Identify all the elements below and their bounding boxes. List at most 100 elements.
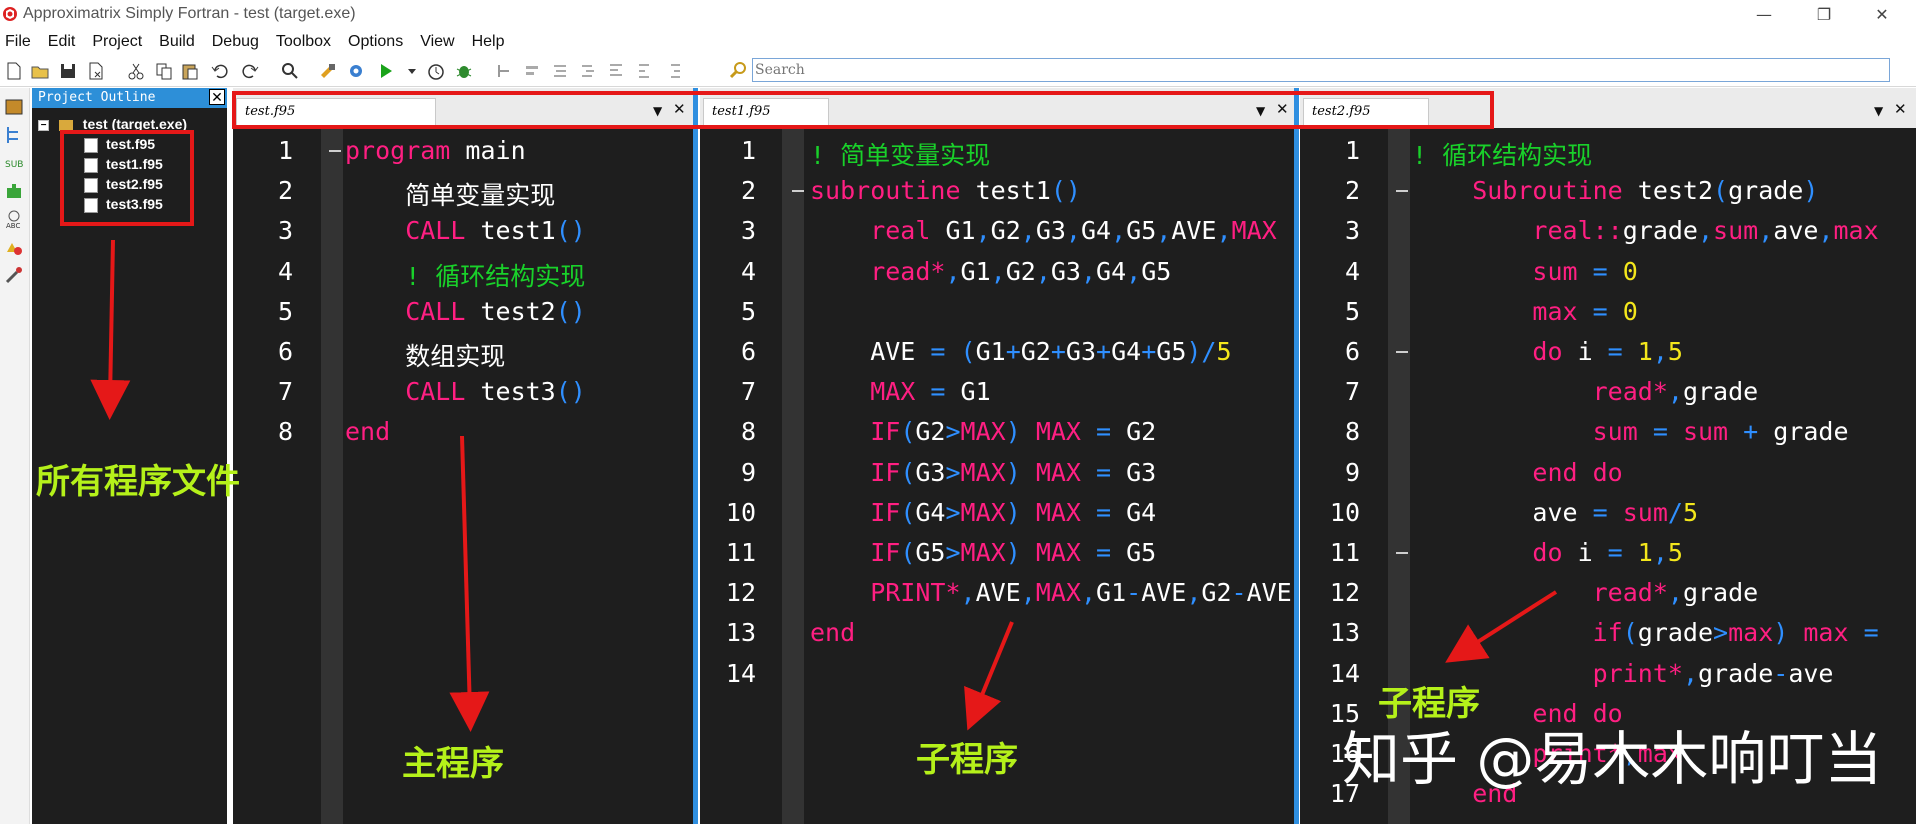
menu-project[interactable]: Project [92, 33, 142, 51]
code-line[interactable]: ! 简单变量实现 [810, 136, 990, 172]
code-token: 5 [1667, 337, 1683, 366]
code-token: G5 [1126, 216, 1157, 246]
line-number: 5 [740, 296, 756, 326]
menu-file[interactable]: File [5, 33, 31, 51]
code-line[interactable]: IF(G4>MAX) MAX = G4 [810, 498, 1156, 527]
run-icon[interactable] [376, 61, 396, 81]
code-line[interactable]: read*,grade [1412, 578, 1759, 607]
timer-icon[interactable] [426, 61, 446, 81]
run-dropdown-icon[interactable] [402, 61, 422, 81]
cut-icon[interactable] [126, 61, 146, 81]
menu-view[interactable]: View [420, 33, 454, 51]
outline-close-button[interactable]: ✕ [209, 89, 225, 106]
code-line[interactable]: real::grade,sum,ave,max [1412, 216, 1878, 246]
save-icon[interactable] [58, 61, 78, 81]
fold-marker-icon[interactable] [1396, 552, 1408, 554]
code-line[interactable]: MAX = G1 [810, 377, 990, 406]
code-line[interactable]: read*,grade [1412, 377, 1759, 406]
fold-marker-icon[interactable] [792, 190, 804, 193]
code-token: read* [810, 256, 946, 286]
fold-marker-icon[interactable] [1396, 351, 1408, 353]
code-line[interactable]: do i = 1,5 [1412, 337, 1683, 366]
code-line[interactable]: IF(G3>MAX) MAX = G3 [810, 458, 1156, 487]
code-line[interactable]: CALL test3() [345, 377, 586, 406]
menu-options[interactable]: Options [348, 33, 403, 51]
settings-gear-icon[interactable] [346, 61, 366, 81]
redo-icon[interactable] [240, 61, 260, 81]
open-folder-icon[interactable] [30, 61, 50, 81]
build-icon[interactable] [318, 61, 338, 81]
code-line[interactable]: max = 0 [1412, 297, 1637, 326]
code-token: ) [1005, 457, 1036, 487]
code-line[interactable]: PRINT*,AVE,MAX,G1-AVE,G2-AVE [810, 578, 1292, 607]
editor-pane-test1: test1.f95 ▼ ✕ 1! 简单变量实现 2 subroutine test1… [700, 88, 1294, 824]
subroutine-icon[interactable]: SUB [3, 152, 25, 174]
code-line[interactable]: ave = sum/5 [1412, 498, 1698, 527]
plugin-icon[interactable] [3, 180, 25, 202]
code-token: G5 [915, 538, 946, 567]
pane-splitter[interactable] [693, 88, 698, 824]
tab-dropdown-icon[interactable]: ▼ [1874, 104, 1883, 118]
code-line[interactable]: program main [345, 136, 526, 165]
menu-edit[interactable]: Edit [48, 33, 76, 51]
search-input[interactable] [755, 60, 1885, 80]
code-token: sum [1713, 216, 1759, 246]
code-line[interactable]: sum = sum + grade [1412, 417, 1849, 446]
spelling-icon[interactable]: ABC [3, 208, 25, 230]
code-line[interactable]: Subroutine test2(grade) [1412, 176, 1818, 205]
uncomment-icon[interactable] [578, 61, 598, 81]
collapse-icon[interactable]: − [38, 119, 49, 131]
code-line[interactable]: end [810, 618, 855, 647]
paste-icon[interactable] [180, 61, 200, 81]
code-token: > [945, 417, 961, 447]
code-line[interactable]: ! 循环结构实现 [345, 257, 585, 293]
code-line[interactable]: subroutine test1() [810, 176, 1081, 205]
code-line[interactable]: if(grade>max) max = [1412, 618, 1879, 647]
project-icon[interactable] [3, 96, 25, 118]
code-line[interactable]: CALL test2() [345, 297, 586, 326]
code-token: AVE [810, 337, 931, 366]
code-line[interactable]: end [345, 417, 390, 446]
align-right-icon[interactable] [664, 61, 684, 81]
tab-close-button[interactable]: ✕ [1894, 100, 1907, 118]
restore-button[interactable]: ❐ [1812, 4, 1836, 26]
code-line[interactable]: AVE = (G1+G2+G3+G4+G5)/5 [810, 337, 1231, 366]
close-file-icon[interactable] [86, 61, 106, 81]
fold-marker-icon[interactable] [329, 150, 341, 152]
code-line[interactable]: do i = 1,5 [1412, 538, 1683, 567]
close-window-button[interactable]: ✕ [1870, 4, 1894, 26]
code-line[interactable]: end do [1412, 458, 1622, 487]
code-line[interactable]: CALL test1() [345, 216, 586, 245]
align-icon[interactable] [634, 61, 654, 81]
code-line[interactable]: 数组实现 [345, 337, 505, 373]
code-token: ) [1005, 497, 1036, 527]
shapes-icon[interactable] [3, 236, 25, 258]
menu-build[interactable]: Build [159, 33, 195, 51]
undo-icon[interactable] [210, 61, 230, 81]
indent-icon[interactable] [494, 61, 514, 81]
menu-help[interactable]: Help [472, 33, 505, 51]
code-line[interactable]: 简单变量实现 [345, 176, 555, 212]
code-line[interactable]: ! 循环结构实现 [1412, 136, 1592, 172]
menu-toolbox[interactable]: Toolbox [276, 33, 331, 51]
new-file-icon[interactable] [4, 61, 24, 81]
menu-debug[interactable]: Debug [212, 33, 259, 51]
outline-tree-icon[interactable] [3, 124, 25, 146]
code-token: G3 [1050, 256, 1081, 286]
format-icon[interactable] [606, 61, 626, 81]
code-line[interactable]: read*,G1,G2,G3,G4,G5 [810, 257, 1171, 286]
code-line[interactable]: real G1,G2,G3,G4,G5,AVE,MAX [810, 216, 1277, 245]
code-token: grade [1728, 176, 1804, 206]
minimize-button[interactable]: — [1752, 4, 1776, 26]
code-line[interactable]: sum = 0 [1412, 257, 1637, 286]
fold-marker-icon[interactable] [1396, 190, 1408, 193]
tools-icon[interactable] [3, 264, 25, 286]
copy-icon[interactable] [154, 61, 174, 81]
find-icon[interactable] [280, 61, 300, 81]
code-line[interactable]: IF(G2>MAX) MAX = G2 [810, 417, 1156, 446]
pane-splitter[interactable] [1294, 88, 1299, 824]
outdent-icon[interactable] [522, 61, 542, 81]
debug-bug-icon[interactable] [454, 61, 474, 81]
comment-icon[interactable] [550, 61, 570, 81]
code-line[interactable]: IF(G5>MAX) MAX = G5 [810, 538, 1156, 567]
